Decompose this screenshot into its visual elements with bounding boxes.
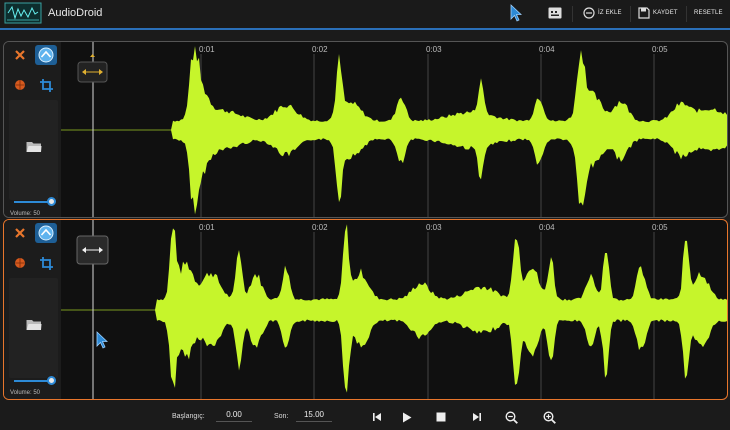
volume-label: Volume: 50 <box>10 211 41 217</box>
waveform-canvas[interactable]: 0:01 0:02 0:03 0:04 0:05 <box>61 220 728 400</box>
audio-track-1[interactable]: Volume: 50 0:01 0:02 0:03 0:04 0:05 <box>3 41 728 218</box>
pointer-tool-button[interactable] <box>509 0 523 26</box>
zoom-in-button[interactable] <box>540 408 558 426</box>
track-thumbnail <box>9 278 58 378</box>
zoom-out-icon <box>504 410 518 424</box>
remove-track-button[interactable] <box>9 45 31 65</box>
zoom-out-button[interactable] <box>502 408 520 426</box>
crop-icon <box>39 256 53 270</box>
end-label: Son: <box>274 413 289 420</box>
volume-label: Volume: 50 <box>10 390 41 396</box>
time-tick: 0:04 <box>539 223 555 232</box>
waveform-icon <box>38 47 54 63</box>
time-tick: 0:03 <box>426 45 442 54</box>
close-icon <box>15 228 25 238</box>
track-thumbnail <box>9 100 58 200</box>
action-bar-divider <box>0 28 730 30</box>
crop-button[interactable] <box>35 75 57 95</box>
waveform-canvas[interactable]: 0:01 0:02 0:03 0:04 0:05 <box>61 42 728 218</box>
time-tick: 0:02 <box>312 45 328 54</box>
record-button[interactable] <box>9 75 31 95</box>
action-bar: AudioDroid İZ EKLE KAYDET RESETLE <box>0 0 730 28</box>
pointer-icon <box>510 4 523 22</box>
crop-button[interactable] <box>35 253 57 273</box>
save-icon <box>638 7 650 19</box>
play-icon <box>403 412 412 422</box>
record-icon <box>15 258 25 268</box>
save-label: KAYDET <box>653 10 678 16</box>
folder-icon[interactable] <box>26 140 42 153</box>
start-time-field[interactable]: 0.00 <box>216 410 252 422</box>
stop-icon <box>436 412 446 422</box>
transport-bar: Başlangıç: 0.00 Son: 15.00 <box>0 402 730 430</box>
remove-track-button[interactable] <box>9 223 31 243</box>
track-controls: Volume: 50 <box>4 42 61 217</box>
zoom-in-icon <box>542 410 556 424</box>
add-track-icon <box>583 7 595 19</box>
audio-track-2[interactable]: Volume: 50 0:01 0:02 0:03 0:04 0:05 <box>3 219 728 400</box>
time-tick: 0:03 <box>426 223 442 232</box>
app-title: AudioDroid <box>48 7 103 19</box>
add-track-label: İZ EKLE <box>598 10 622 16</box>
start-label: Başlangıç: <box>172 413 205 420</box>
record-button[interactable] <box>9 253 31 273</box>
skip-forward-icon <box>473 413 481 421</box>
time-tick: 0:04 <box>539 45 555 54</box>
time-tick: 0:05 <box>652 45 668 54</box>
keyboard-icon <box>548 7 562 19</box>
add-track-button[interactable]: İZ EKLE <box>583 0 622 26</box>
time-tick: 0:01 <box>199 223 215 232</box>
stop-button[interactable] <box>432 408 450 426</box>
app-logo-icon <box>4 2 42 24</box>
save-button[interactable]: KAYDET <box>638 0 678 26</box>
pointer-icon <box>96 331 109 349</box>
reset-label: RESETLE <box>694 10 723 16</box>
record-icon <box>15 80 25 90</box>
time-tick: 0:02 <box>312 223 328 232</box>
folder-icon[interactable] <box>26 318 42 331</box>
time-tick: 0:05 <box>652 223 668 232</box>
playhead-handle[interactable] <box>76 235 109 265</box>
skip-back-button[interactable] <box>368 408 386 426</box>
track-controls: Volume: 50 <box>4 220 61 399</box>
skip-forward-button[interactable] <box>468 408 486 426</box>
waveform <box>61 224 727 393</box>
crop-icon <box>39 78 53 92</box>
close-icon <box>15 50 25 60</box>
volume-slider-knob[interactable] <box>47 197 56 206</box>
skip-back-icon <box>373 413 381 421</box>
volume-slider-knob[interactable] <box>47 376 56 385</box>
waveform-icon <box>38 225 54 241</box>
end-time-field[interactable]: 15.00 <box>296 410 332 422</box>
keyboard-button[interactable] <box>548 0 562 26</box>
play-button[interactable] <box>398 408 416 426</box>
reset-button[interactable]: RESETLE <box>694 0 723 26</box>
waveform-toggle-button[interactable] <box>35 45 57 65</box>
waveform-toggle-button[interactable] <box>35 223 57 243</box>
time-tick: 0:01 <box>199 45 215 54</box>
